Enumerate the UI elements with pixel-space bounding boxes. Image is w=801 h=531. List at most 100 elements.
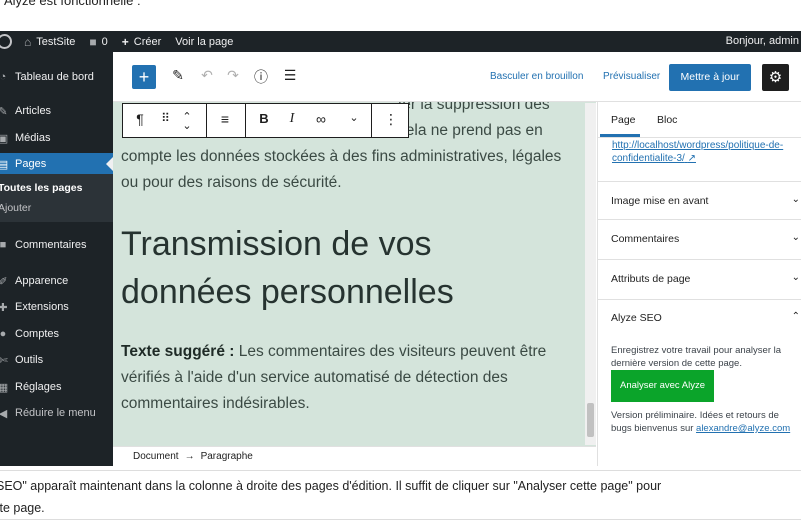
external-link-icon: ↗ xyxy=(687,153,696,164)
media-icon: ▣ xyxy=(0,132,9,145)
sidebar-item-label: Médias xyxy=(15,132,51,144)
toolbar-divider xyxy=(371,104,372,137)
settings-gear-icon[interactable]: ⚙ xyxy=(762,64,789,91)
permalink-link[interactable]: http://localhost/wordpress/politique-de-… xyxy=(612,139,800,165)
analyze-with-alyze-button[interactable]: Analyser avec Alyze xyxy=(611,370,714,402)
users-icon: ● xyxy=(0,328,7,340)
panel-comments[interactable]: Commentaires ⌄ xyxy=(598,219,801,259)
info-icon[interactable]: ⓘ xyxy=(252,67,270,87)
sidebar-item-media[interactable]: ▣ Médias xyxy=(0,127,113,149)
sidebar-item-label: Tableau de bord xyxy=(15,71,94,83)
bold-icon[interactable]: B xyxy=(255,111,273,126)
view-page-link[interactable]: Voir la page xyxy=(175,36,233,48)
block-toolbar: ¶ ⠿ ⌃ ⌄ ≡ B I ∞ ⌄ ⋮ xyxy=(122,103,409,138)
sidebar-item-label: Réglages xyxy=(15,381,62,393)
breadcrumb-paragraph[interactable]: Paragraphe xyxy=(201,451,253,462)
panel-title: Commentaires xyxy=(611,233,680,245)
sidebar-item-dashboard[interactable]: ◔ Tableau de bord xyxy=(0,66,113,88)
suggested-text-label: Texte suggéré : xyxy=(121,343,235,360)
caption-line: tte page. xyxy=(0,501,45,515)
edit-tools-icon[interactable]: ✎ xyxy=(169,67,187,84)
paragraph-line[interactable]: cela ne prend pas en xyxy=(398,118,596,144)
scrollbar-thumb[interactable] xyxy=(587,403,594,437)
seo-note: Version préliminaire. Idées et retours d… xyxy=(611,409,801,435)
chevron-down-icon: ⌄ xyxy=(791,272,800,283)
pin-icon: ✎ xyxy=(0,105,8,118)
collapse-icon: ◀ xyxy=(0,407,8,420)
settings-icon: ▦ xyxy=(0,381,9,394)
user-greeting[interactable]: Bonjour, admin xyxy=(726,31,801,52)
sidebar-item-collapse[interactable]: ◀ Réduire le menu xyxy=(0,402,113,424)
brush-icon: ✐ xyxy=(0,275,8,288)
paragraph-line[interactable]: ou pour des raisons de sécurité. xyxy=(121,170,551,196)
paragraph-block[interactable]: Texte suggéré : Les commentaires des vis… xyxy=(121,339,551,417)
tools-icon: ✄ xyxy=(0,354,8,367)
sidebar-item-articles[interactable]: ✎ Articles xyxy=(0,100,113,122)
document-top-text: Alyze est fonctionnelle : xyxy=(4,0,141,8)
sidebar-item-settings[interactable]: ▦ Réglages xyxy=(0,376,113,398)
panel-title: Alyze SEO xyxy=(611,312,662,324)
preview-button[interactable]: Prévisualiser xyxy=(603,71,660,82)
sidebar-item-pages[interactable]: ▤ Pages xyxy=(0,153,113,175)
sidebar-item-label: Extensions xyxy=(15,301,69,313)
view-page-label: Voir la page xyxy=(175,35,234,48)
active-tab-indicator xyxy=(600,134,640,137)
toolbar-divider xyxy=(206,104,207,137)
chevron-down-icon[interactable]: ⌄ xyxy=(345,111,363,124)
align-icon[interactable]: ≡ xyxy=(216,111,234,127)
sidebar-item-label: Comptes xyxy=(15,328,60,340)
redo-icon[interactable]: ↷ xyxy=(224,67,242,84)
add-block-button[interactable]: + xyxy=(132,65,156,89)
sidebar-item-appearance[interactable]: ✐ Apparence xyxy=(0,270,113,292)
breadcrumb-document[interactable]: Document xyxy=(133,451,179,462)
drag-handle-icon[interactable]: ⠿ xyxy=(156,111,174,125)
update-button[interactable]: Mettre à jour xyxy=(669,64,751,91)
breadcrumb-arrow: → xyxy=(184,451,195,462)
comment-icon: ■ xyxy=(0,239,7,251)
sidebar-item-extensions[interactable]: ✚ Extensions xyxy=(0,296,113,318)
editor-canvas: ter la suppression des cela ne prend pas… xyxy=(113,102,596,446)
sidebar-item-accounts[interactable]: ● Comptes xyxy=(0,323,113,345)
canvas-scrollbar[interactable] xyxy=(585,103,596,445)
sidebar-item-label: Outils xyxy=(15,354,44,366)
paragraph-line[interactable]: compte les données stockées à des fins a… xyxy=(121,144,591,170)
site-name-link[interactable]: ⌂ TestSite xyxy=(24,35,75,49)
submenu-add-page[interactable]: Ajouter xyxy=(0,202,31,214)
sidebar-item-label: Pages xyxy=(15,158,47,170)
list-view-icon[interactable]: ☰ xyxy=(281,67,299,84)
plugin-icon: ✚ xyxy=(0,301,8,314)
seo-email-link[interactable]: alexandre@alyze.com xyxy=(696,423,790,434)
sidebar-item-label: Commentaires xyxy=(15,239,87,251)
panel-alyze-seo[interactable]: Alyze SEO ⌃ xyxy=(598,299,801,339)
link-icon[interactable]: ∞ xyxy=(312,111,330,127)
settings-sidebar: Page Bloc http://localhost/wordpress/pol… xyxy=(597,102,801,466)
seo-intro-text: Enregistrez votre travail pour analyser … xyxy=(611,345,782,369)
switch-to-draft-button[interactable]: Basculer en brouillon xyxy=(490,71,583,82)
tab-block[interactable]: Bloc xyxy=(657,114,677,126)
toolbar-divider xyxy=(245,104,246,137)
italic-icon[interactable]: I xyxy=(283,111,301,127)
chevron-down-icon: ⌄ xyxy=(791,232,800,243)
sidebar-item-comments[interactable]: ■ Commentaires xyxy=(0,234,113,256)
submenu-all-pages[interactable]: Toutes les pages xyxy=(0,182,82,194)
paragraph-line[interactable]: ter la suppression des xyxy=(398,102,596,118)
paragraph-icon[interactable]: ¶ xyxy=(131,111,149,127)
comments-link[interactable]: ■ 0 xyxy=(89,35,107,49)
sidebar-item-tools[interactable]: ✄ Outils xyxy=(0,349,113,371)
more-options-icon[interactable]: ⋮ xyxy=(382,111,400,128)
chevron-up-icon: ⌃ xyxy=(791,311,800,322)
wordpress-logo-icon[interactable] xyxy=(0,34,12,49)
panel-featured-image[interactable]: Image mise en avant ⌄ xyxy=(598,181,801,219)
undo-icon[interactable]: ↶ xyxy=(198,67,216,84)
document-caption: SEO" apparaît maintenant dans la colonne… xyxy=(0,470,801,520)
panel-page-attributes[interactable]: Attributs de page ⌄ xyxy=(598,259,801,299)
heading-block[interactable]: Transmission de vos données personnelles xyxy=(121,220,551,316)
tab-page[interactable]: Page xyxy=(611,114,636,126)
new-content-label: Créer xyxy=(133,35,162,48)
panel-title: Attributs de page xyxy=(611,273,691,285)
dashboard-icon: ◔ xyxy=(0,71,7,83)
pages-icon: ▤ xyxy=(0,158,9,171)
new-content-link[interactable]: + Créer xyxy=(122,35,162,49)
panel-title: Image mise en avant xyxy=(611,195,709,207)
move-up-down-icon[interactable]: ⌃ ⌄ xyxy=(178,112,196,132)
